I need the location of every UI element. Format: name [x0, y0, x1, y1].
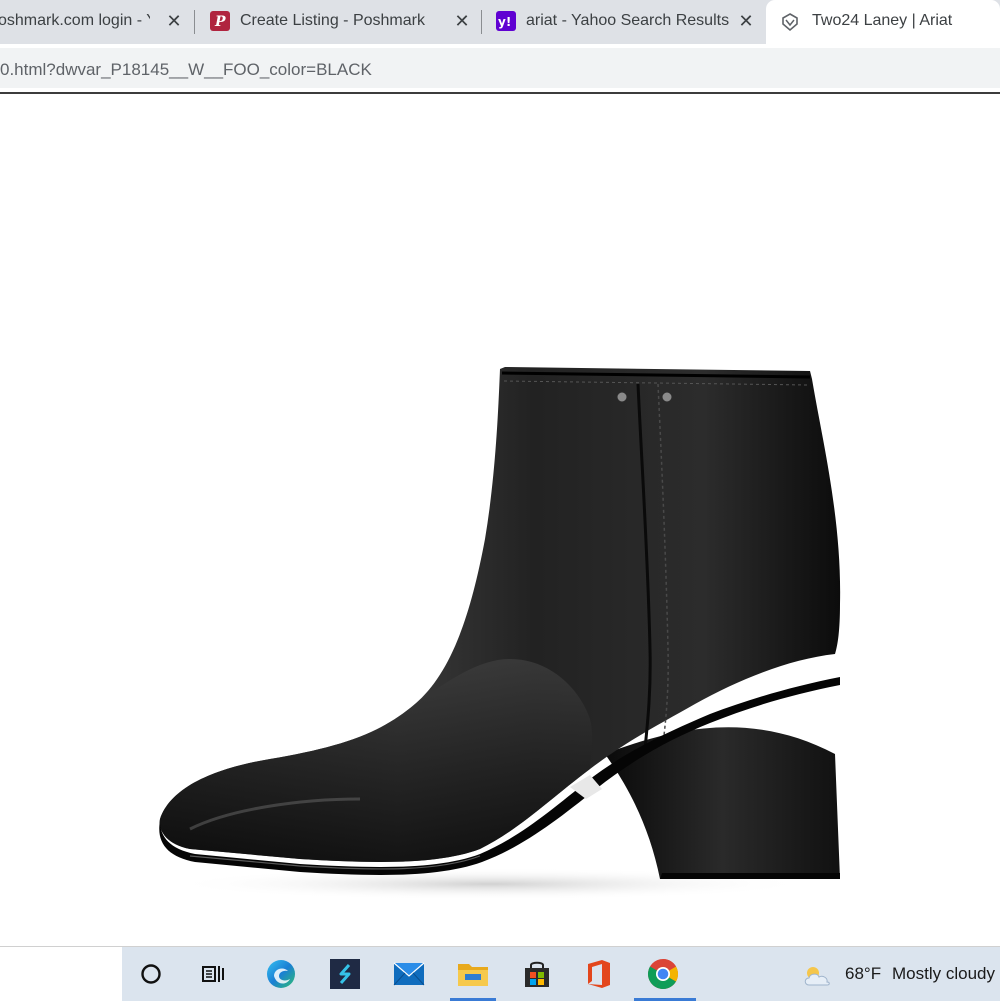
- yahoo-icon: y!: [496, 11, 516, 31]
- url-text[interactable]: 0.html?dwvar_P18145__W__FOO_color=BLACK: [0, 60, 372, 80]
- close-icon[interactable]: ✕: [736, 10, 756, 32]
- tab-separator: [194, 10, 195, 34]
- mail-icon[interactable]: [392, 957, 426, 991]
- page-content: [0, 94, 1000, 946]
- cloudy-icon[interactable]: [800, 959, 834, 993]
- tab-title: oshmark.com login - Y: [0, 12, 150, 29]
- task-view-icon[interactable]: [196, 957, 230, 991]
- close-icon[interactable]: ✕: [452, 10, 472, 32]
- product-image: [159, 367, 841, 900]
- chrome-icon[interactable]: [646, 957, 680, 991]
- office-icon[interactable]: [582, 957, 616, 991]
- store-icon[interactable]: [520, 957, 554, 991]
- tab-title: Create Listing - Poshmark: [240, 12, 425, 29]
- weather-temperature[interactable]: 68°F: [845, 964, 881, 984]
- tab-poshmark-login[interactable]: oshmark.com login - Y ✕: [0, 0, 190, 44]
- ariat-icon: [780, 12, 800, 32]
- svg-text:y!: y!: [498, 15, 511, 29]
- tab-two24-laney[interactable]: Two24 Laney | Ariat: [766, 0, 1000, 44]
- app-s-icon[interactable]: [328, 957, 362, 991]
- taskbar: 68°F Mostly cloudy: [0, 946, 1000, 1001]
- file-explorer-icon[interactable]: [456, 957, 490, 991]
- tab-title: ariat - Yahoo Search Results: [526, 12, 730, 29]
- cortana-circle-icon[interactable]: [134, 957, 168, 991]
- tab-yahoo-search[interactable]: y! ariat - Yahoo Search Results ✕: [482, 0, 766, 44]
- svg-text:P: P: [214, 14, 226, 30]
- address-bar: 0.html?dwvar_P18145__W__FOO_color=BLACK: [0, 44, 1000, 92]
- omnibox[interactable]: 0.html?dwvar_P18145__W__FOO_color=BLACK: [0, 48, 1000, 88]
- tab-strip: oshmark.com login - Y ✕ P Create Listing…: [0, 0, 1000, 44]
- tab-title: Two24 Laney | Ariat: [812, 12, 953, 29]
- close-icon[interactable]: ✕: [164, 10, 184, 32]
- weather-condition[interactable]: Mostly cloudy: [892, 964, 995, 984]
- poshmark-icon: P: [210, 11, 230, 31]
- tab-create-listing[interactable]: P Create Listing - Poshmark ✕: [196, 0, 480, 44]
- edge-icon[interactable]: [264, 957, 298, 991]
